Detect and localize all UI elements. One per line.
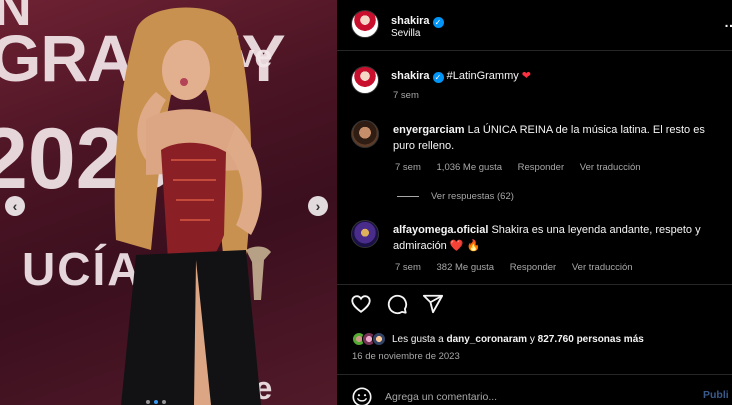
comment-meta: 7 sem 1,036 Me gusta Responder Ver tradu… — [395, 162, 654, 173]
comment-time: 7 sem — [395, 262, 421, 273]
carousel-dot — [146, 400, 150, 404]
commenter-avatar[interactable] — [351, 220, 379, 248]
action-bar — [350, 293, 444, 315]
comment-username[interactable]: alfayomega.oficial — [393, 224, 488, 236]
next-photo-button[interactable]: › — [308, 196, 328, 216]
carousel-indicator — [146, 400, 166, 404]
comment-divider — [337, 374, 732, 375]
comment-emoji: ❤️ 🔥 — [449, 240, 481, 252]
publish-button[interactable]: Publi — [703, 389, 729, 401]
likes-text: Les gusta a dany_coronaram y 827.760 per… — [392, 334, 644, 345]
likes-prefix: Les gusta a — [392, 333, 447, 345]
comment-username[interactable]: enyergarciam — [393, 124, 465, 136]
comment-likes[interactable]: 382 Me gusta — [437, 262, 495, 273]
caption-username[interactable]: shakira — [391, 70, 430, 82]
caption-row: shakira ✓ #LatinGrammy ❤ — [391, 69, 531, 83]
comment: alfayomega.oficial Shakira es una leyend… — [393, 222, 723, 254]
caption-time: 7 sem — [393, 90, 419, 101]
caption-hashtag[interactable]: #LatinGrammy — [447, 70, 519, 82]
likes-middle: y — [527, 333, 538, 345]
post-location[interactable]: Sevilla — [391, 28, 420, 39]
carousel-dot — [162, 400, 166, 404]
actions-divider — [337, 284, 732, 285]
replies-line — [397, 196, 419, 197]
caption-avatar[interactable] — [351, 66, 379, 94]
comment-time: 7 sem — [395, 162, 421, 173]
likes-summary[interactable]: Les gusta a dany_coronaram y 827.760 per… — [352, 332, 644, 346]
heart-icon[interactable] — [350, 293, 372, 315]
verified-badge-icon: ✓ — [432, 17, 444, 28]
post-date: 16 de noviembre de 2023 — [352, 351, 460, 362]
view-replies-label: Ver respuestas (62) — [431, 191, 514, 202]
view-replies-button[interactable]: Ver respuestas (62) — [397, 191, 514, 202]
liker-avatar — [372, 332, 386, 346]
commenter-avatar[interactable] — [351, 120, 379, 148]
comment: enyergarciam La ÚNICA REINA de la música… — [393, 122, 723, 154]
post-photo[interactable]: N GRAMMY 2023 UCÍA tve tve ‹ › — [0, 0, 337, 405]
verified-badge-icon: ✓ — [432, 72, 444, 83]
heart-emoji: ❤ — [521, 70, 532, 82]
comment-icon[interactable] — [386, 293, 408, 315]
reply-button[interactable]: Responder — [510, 262, 556, 273]
post-details-panel: shakira✓ Sevilla … shakira✓ #LatinGrammy… — [337, 0, 732, 405]
author-name-row: shakira ✓ — [391, 11, 444, 29]
author-avatar[interactable] — [351, 10, 379, 38]
add-comment-row — [351, 386, 685, 405]
previous-photo-button[interactable]: ‹ — [5, 196, 25, 216]
likes-count[interactable]: 827.760 personas más — [538, 334, 644, 345]
share-icon[interactable] — [422, 293, 444, 315]
comment-likes[interactable]: 1,036 Me gusta — [437, 162, 503, 173]
more-options-icon[interactable]: … — [724, 14, 732, 30]
likes-user[interactable]: dany_coronaram — [446, 334, 527, 345]
translate-button[interactable]: Ver traducción — [572, 262, 633, 273]
emoji-icon[interactable] — [351, 386, 373, 405]
author-username[interactable]: shakira — [391, 15, 430, 27]
carousel-dot-active — [154, 400, 158, 404]
comment-input[interactable] — [385, 391, 685, 403]
comment-meta: 7 sem 382 Me gusta Responder Ver traducc… — [395, 262, 646, 273]
header-divider — [337, 50, 732, 51]
person-figure — [114, 7, 271, 405]
reply-button[interactable]: Responder — [518, 162, 564, 173]
translate-button[interactable]: Ver traducción — [580, 162, 641, 173]
